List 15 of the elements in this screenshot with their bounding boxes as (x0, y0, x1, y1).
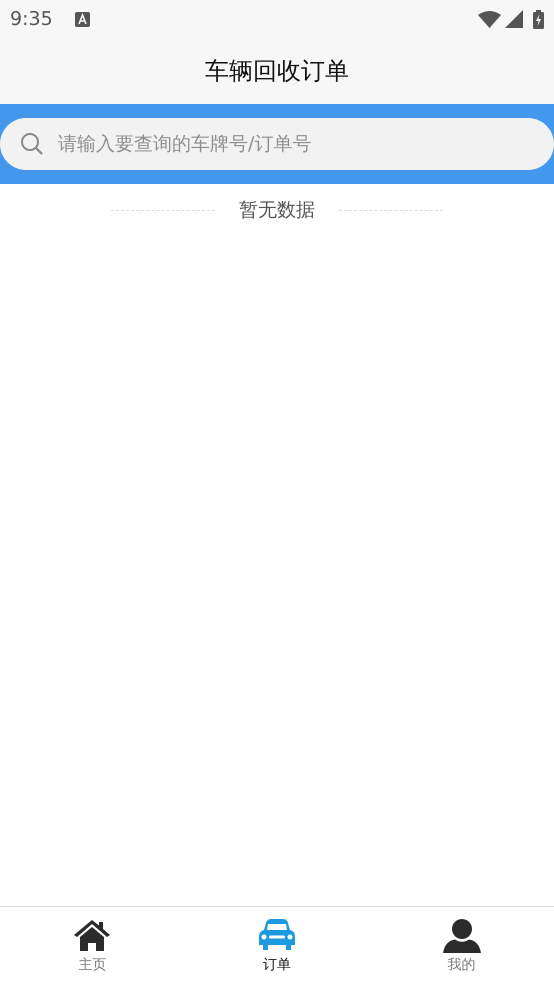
tab[interactable]: 主页 (0, 907, 185, 984)
home-icon (72, 917, 112, 953)
car-icon (257, 917, 297, 953)
signal-icon (505, 10, 523, 28)
status-time: 9:35 (10, 6, 53, 32)
wifi-icon (478, 10, 501, 28)
battery-icon (533, 10, 544, 28)
tab[interactable]: 我的 (369, 907, 554, 984)
search-icon (20, 132, 44, 156)
keyboard-notification-icon (74, 12, 90, 26)
tab[interactable]: 订单 (184, 907, 370, 984)
empty-message: 暂无数据 (239, 198, 315, 223)
search-field[interactable]: 请输入要查询的车牌号/订单号 (0, 118, 554, 170)
page-title: 车辆回收订单 (205, 56, 349, 87)
person-icon (442, 917, 482, 953)
